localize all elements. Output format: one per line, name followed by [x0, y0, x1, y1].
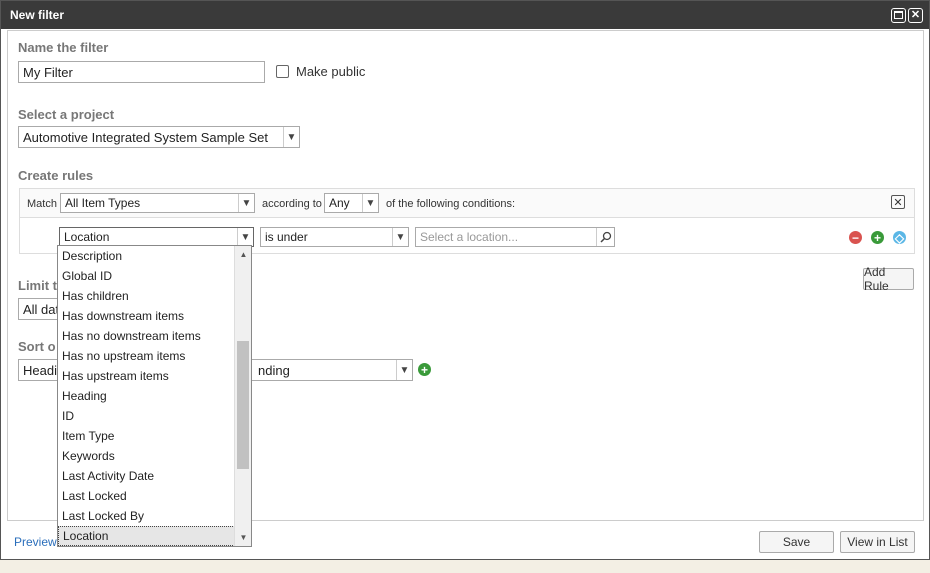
any-all-select[interactable]: Any ▼: [324, 193, 379, 213]
according-to-label: according to: [262, 198, 322, 210]
make-public-checkbox[interactable]: [276, 65, 289, 78]
dialog-titlebar: New filter ✕: [1, 1, 929, 29]
scroll-up-icon[interactable]: ▲: [235, 246, 252, 263]
add-rule-icon[interactable]: +: [871, 231, 884, 244]
rule-field-value: Location: [64, 230, 110, 244]
chevron-down-icon: ▼: [396, 360, 412, 380]
make-public-label: Make public: [296, 64, 366, 79]
close-icon[interactable]: ✕: [908, 7, 923, 23]
chevron-down-icon: ▼: [283, 127, 299, 147]
dialog-title: New filter: [10, 8, 65, 22]
field-dropdown-list: Description Global ID Has children Has down…: [57, 245, 252, 547]
filter-name-input[interactable]: [18, 61, 265, 83]
location-placeholder: Select a location...: [420, 230, 519, 244]
sort-order-select[interactable]: nding ▼: [233, 359, 413, 381]
dropdown-items: Description Global ID Has children Has down…: [58, 246, 251, 546]
view-in-list-button[interactable]: View in List: [840, 531, 915, 553]
dropdown-item[interactable]: Last Activity Date: [58, 466, 235, 486]
create-rules-label: Create rules: [18, 168, 94, 183]
sort-label: Sort o: [18, 339, 56, 354]
dropdown-item[interactable]: Description: [58, 246, 235, 266]
any-all-value: Any: [329, 196, 350, 210]
scrollbar-thumb[interactable]: [237, 341, 249, 469]
chevron-down-icon: ▼: [362, 194, 378, 212]
remove-rule-icon[interactable]: −: [849, 231, 862, 244]
dropdown-item[interactable]: Item Type: [58, 426, 235, 446]
limit-label: Limit t: [18, 278, 57, 293]
dropdown-item[interactable]: Keywords: [58, 446, 235, 466]
nested-rule-icon[interactable]: ◇: [893, 231, 906, 244]
select-project-label: Select a project: [18, 107, 115, 122]
dropdown-item[interactable]: Last Locked: [58, 486, 235, 506]
rules-header: Match All Item Types ▼ according to Any …: [20, 189, 914, 218]
project-select[interactable]: Automotive Integrated System Sample Set …: [18, 126, 300, 148]
project-select-value: Automotive Integrated System Sample Set: [23, 129, 268, 145]
name-filter-label: Name the filter: [18, 40, 109, 55]
dropdown-item[interactable]: Last Locked By: [58, 506, 235, 526]
scroll-down-icon[interactable]: ▼: [235, 529, 252, 546]
search-icon[interactable]: [596, 228, 614, 246]
remove-rules-icon[interactable]: ✕: [891, 195, 905, 209]
match-label: Match: [27, 198, 57, 210]
rule-operator-value: is under: [265, 230, 308, 244]
preview-link[interactable]: Preview: [14, 535, 57, 549]
chevron-down-icon: ▼: [238, 194, 254, 212]
dropdown-item[interactable]: Has no downstream items: [58, 326, 235, 346]
add-rule-button[interactable]: Add Rule: [863, 265, 914, 293]
chevron-down-icon: ▼: [237, 228, 253, 246]
item-types-select[interactable]: All Item Types ▼: [60, 193, 255, 213]
dropdown-item[interactable]: Global ID: [58, 266, 235, 286]
dropdown-item[interactable]: Has downstream items: [58, 306, 235, 326]
dropdown-item[interactable]: Has no upstream items: [58, 346, 235, 366]
chevron-down-icon: ▼: [392, 228, 408, 246]
rule-operator-select[interactable]: is under ▼: [260, 227, 409, 247]
save-button[interactable]: Save: [759, 531, 834, 553]
dropdown-item[interactable]: ID: [58, 406, 235, 426]
dropdown-item[interactable]: Heading: [58, 386, 235, 406]
add-sort-icon[interactable]: +: [418, 363, 431, 376]
limit-select-value: All dat: [23, 301, 60, 317]
maximize-icon[interactable]: [891, 7, 906, 23]
dropdown-item[interactable]: Has upstream items: [58, 366, 235, 386]
location-search-input[interactable]: Select a location...: [415, 227, 615, 247]
rule-field-select[interactable]: Location ▼: [59, 227, 254, 247]
item-types-value: All Item Types: [65, 196, 141, 210]
conditions-label: of the following conditions:: [386, 198, 516, 210]
dropdown-item[interactable]: Has children: [58, 286, 235, 306]
dropdown-scrollbar[interactable]: ▲ ▼: [234, 246, 251, 546]
dropdown-item[interactable]: Location: [58, 526, 235, 546]
